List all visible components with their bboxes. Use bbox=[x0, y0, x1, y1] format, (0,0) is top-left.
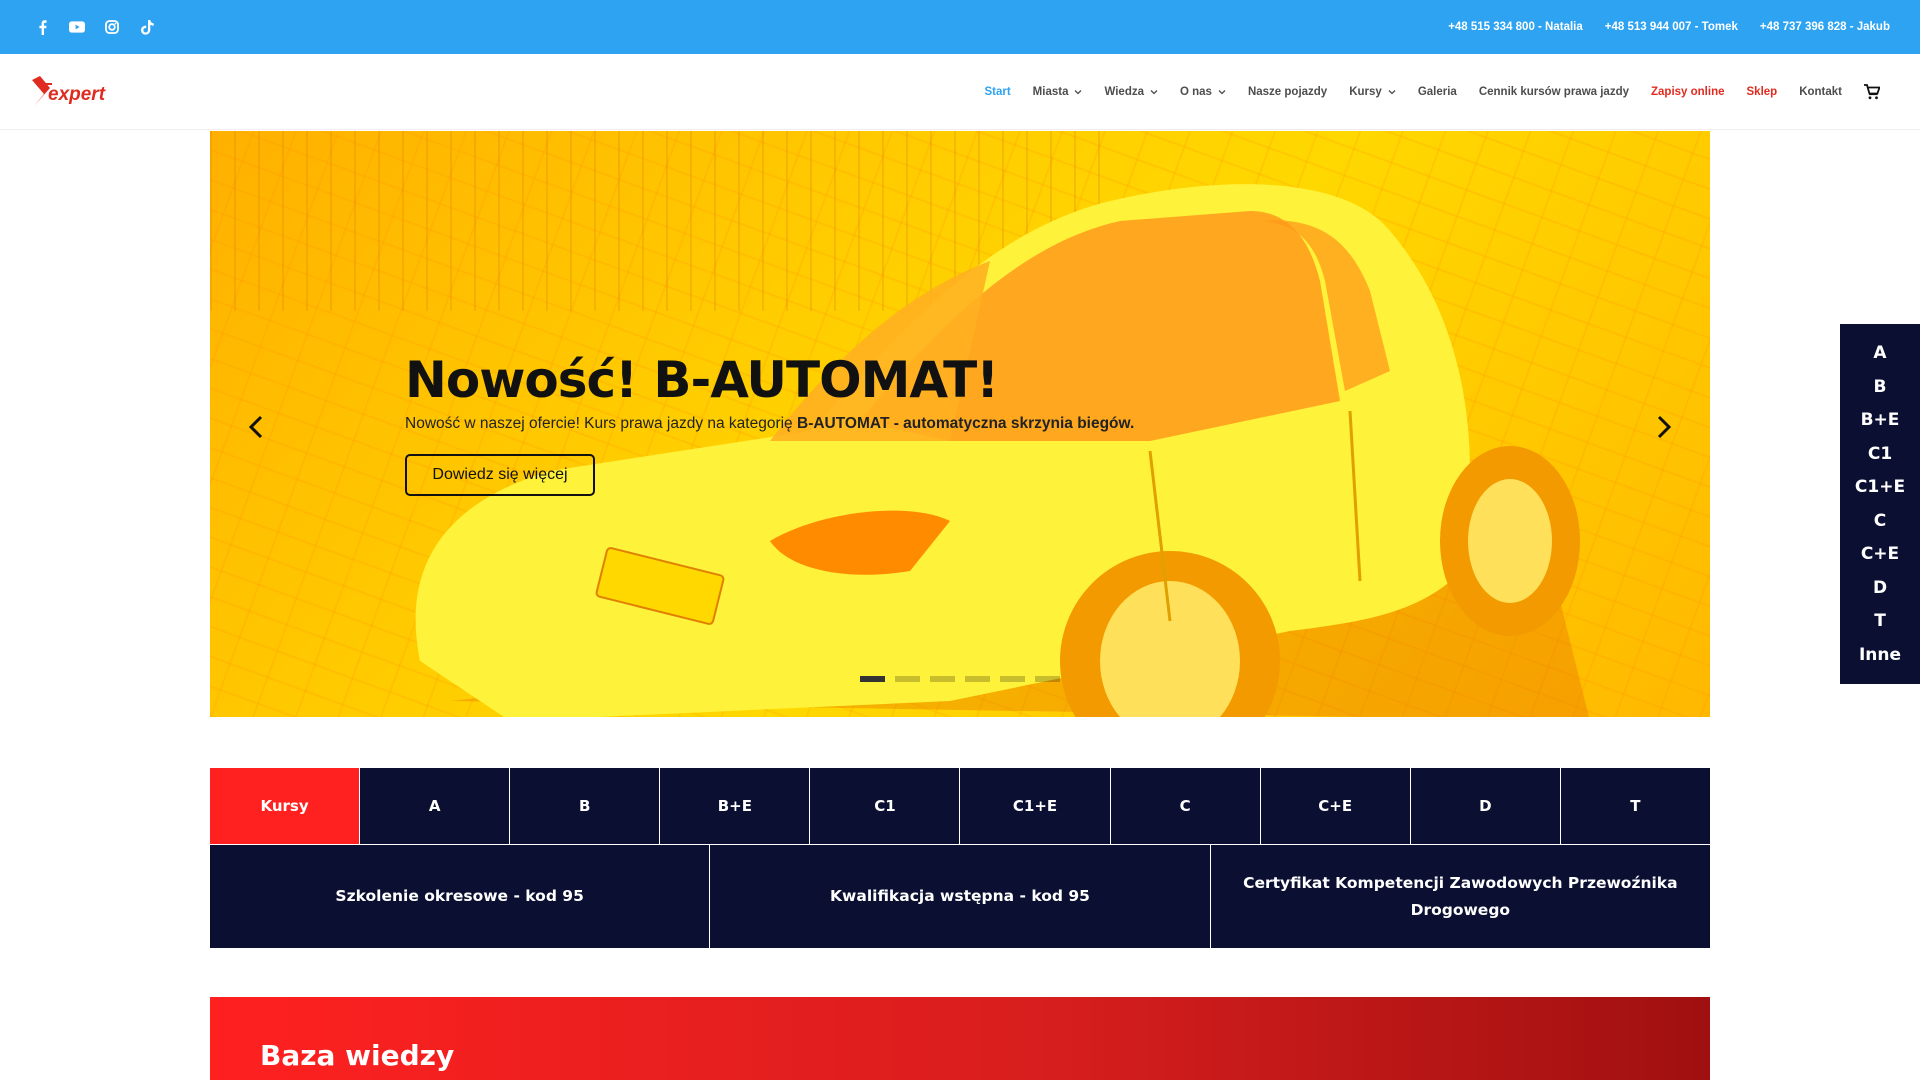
nav-kontakt[interactable]: Kontakt bbox=[1799, 86, 1842, 98]
logo[interactable]: expert bbox=[30, 74, 122, 108]
nav-zapisy-online[interactable]: Zapisy online bbox=[1651, 86, 1725, 98]
slider-dot[interactable] bbox=[860, 676, 885, 682]
nav-wiedza[interactable]: Wiedza bbox=[1104, 86, 1158, 98]
tab-d[interactable]: D bbox=[1410, 768, 1561, 844]
side-cat-c-e[interactable]: C+E bbox=[1861, 544, 1899, 564]
tab-b-e[interactable]: B+E bbox=[660, 768, 811, 844]
course-tabs-row-2: Szkolenie okresowe - kod 95 Kwalifikacja… bbox=[210, 845, 1710, 948]
hero-subtitle-text: Nowość w naszej ofercie! Kurs prawa jazd… bbox=[405, 415, 797, 432]
tab-c-e[interactable]: C+E bbox=[1260, 768, 1411, 844]
tab-c1[interactable]: C1 bbox=[810, 768, 961, 844]
chevron-right-icon bbox=[1657, 415, 1671, 439]
side-cat-b[interactable]: B bbox=[1874, 377, 1887, 397]
chevron-down-icon bbox=[1150, 90, 1158, 95]
nav-kursy[interactable]: Kursy bbox=[1349, 86, 1396, 98]
nav-miasta-label: Miasta bbox=[1032, 86, 1069, 98]
nav-cennik-label: Cennik kursów prawa jazdy bbox=[1478, 86, 1629, 98]
hero-slider: Nowość! B-AUTOMAT! Nowość w naszej oferc… bbox=[210, 131, 1710, 717]
nav-zapisy-online-label: Zapisy online bbox=[1651, 86, 1725, 98]
facebook-icon[interactable] bbox=[34, 19, 50, 35]
hero-subtitle-bold: B-AUTOMAT - automatyczna skrzynia biegów… bbox=[797, 415, 1135, 432]
course-tabs: Kursy A B B+E C1 C1+E C C+E D T Szkoleni… bbox=[210, 768, 1710, 948]
tab-t[interactable]: T bbox=[1560, 768, 1710, 844]
hero-subtitle: Nowość w naszej ofercie! Kurs prawa jazd… bbox=[405, 415, 1134, 433]
side-cat-inne[interactable]: Inne bbox=[1859, 645, 1901, 665]
main-nav: Start Miasta Wiedza O nas Nasze pojazdy … bbox=[984, 54, 1880, 130]
logo-text: expert bbox=[48, 84, 106, 105]
knowledge-base-title: Baza wiedzy bbox=[260, 1039, 455, 1072]
nav-miasta[interactable]: Miasta bbox=[1033, 86, 1083, 98]
side-cat-a[interactable]: A bbox=[1873, 343, 1886, 363]
nav-sklep[interactable]: Sklep bbox=[1747, 86, 1778, 98]
nav-kontakt-label: Kontakt bbox=[1799, 86, 1842, 98]
tiktok-icon[interactable] bbox=[139, 19, 155, 35]
hero-title: Nowość! B-AUTOMAT! bbox=[405, 351, 999, 409]
knowledge-base-section: Baza wiedzy bbox=[210, 997, 1710, 1080]
social-links bbox=[34, 0, 155, 54]
slider-dot[interactable] bbox=[895, 676, 920, 682]
tab-szkolenie-okresowe[interactable]: Szkolenie okresowe - kod 95 bbox=[210, 845, 711, 948]
phone-jakub[interactable]: +48 737 396 828 - Jakub bbox=[1760, 21, 1890, 33]
side-cat-c1[interactable]: C1 bbox=[1868, 444, 1892, 464]
site-header: expert Start Miasta Wiedza O nas Nasze p… bbox=[0, 54, 1920, 130]
tab-certyfikat-kompetencji[interactable]: Certyfikat Kompetencji Zawodowych Przewo… bbox=[1210, 845, 1710, 948]
tab-c1-e[interactable]: C1+E bbox=[960, 768, 1111, 844]
slider-dot[interactable] bbox=[1035, 676, 1060, 682]
side-cat-b-e[interactable]: B+E bbox=[1861, 410, 1900, 430]
course-tabs-row-1: Kursy A B B+E C1 C1+E C C+E D T bbox=[210, 768, 1710, 844]
side-category-bar: A B B+E C1 C1+E C C+E D T Inne bbox=[1840, 324, 1920, 684]
tab-b[interactable]: B bbox=[510, 768, 661, 844]
slider-dot[interactable] bbox=[1000, 676, 1025, 682]
top-bar: +48 515 334 800 - Natalia +48 513 944 00… bbox=[0, 0, 1920, 54]
nav-o-nas[interactable]: O nas bbox=[1180, 86, 1226, 98]
slider-dots bbox=[860, 676, 1060, 682]
chevron-down-icon bbox=[1388, 90, 1396, 95]
instagram-icon[interactable] bbox=[104, 19, 120, 35]
slider-dot[interactable] bbox=[930, 676, 955, 682]
nav-galeria-label: Galeria bbox=[1417, 86, 1457, 98]
nav-nasze-pojazdy-label: Nasze pojazdy bbox=[1247, 86, 1328, 98]
slider-next-button[interactable] bbox=[1652, 411, 1676, 443]
slider-dot[interactable] bbox=[965, 676, 990, 682]
tab-a[interactable]: A bbox=[360, 768, 511, 844]
chevron-down-icon bbox=[1075, 90, 1082, 95]
slider-prev-button[interactable] bbox=[244, 411, 268, 443]
nav-sklep-label: Sklep bbox=[1746, 86, 1778, 98]
nav-start-label: Start bbox=[984, 86, 1011, 98]
nav-wiedza-label: Wiedza bbox=[1104, 86, 1144, 98]
side-cat-c[interactable]: C bbox=[1874, 511, 1886, 531]
youtube-icon[interactable] bbox=[69, 19, 85, 35]
learn-more-button[interactable]: Dowiedz się więcej bbox=[405, 454, 595, 496]
nav-nasze-pojazdy[interactable]: Nasze pojazdy bbox=[1248, 86, 1327, 98]
phone-tomek[interactable]: +48 513 944 007 - Tomek bbox=[1605, 21, 1738, 33]
tab-kwalifikacja-wstepna[interactable]: Kwalifikacja wstępna - kod 95 bbox=[710, 845, 1211, 948]
phone-natalia[interactable]: +48 515 334 800 - Natalia bbox=[1448, 21, 1583, 33]
nav-o-nas-label: O nas bbox=[1179, 86, 1212, 98]
tab-kursy[interactable]: Kursy bbox=[210, 768, 361, 844]
chevron-left-icon bbox=[249, 415, 263, 439]
side-cat-t[interactable]: T bbox=[1874, 611, 1886, 631]
nav-cennik[interactable]: Cennik kursów prawa jazdy bbox=[1479, 86, 1629, 98]
nav-galeria[interactable]: Galeria bbox=[1418, 86, 1457, 98]
tab-c[interactable]: C bbox=[1110, 768, 1261, 844]
side-cat-d[interactable]: D bbox=[1873, 578, 1887, 598]
chevron-down-icon bbox=[1218, 90, 1226, 95]
side-cat-c1-e[interactable]: C1+E bbox=[1855, 477, 1905, 497]
nav-start[interactable]: Start bbox=[984, 86, 1010, 98]
cart-icon[interactable] bbox=[1864, 84, 1880, 100]
phone-list: +48 515 334 800 - Natalia +48 513 944 00… bbox=[1448, 0, 1890, 54]
nav-kursy-label: Kursy bbox=[1349, 86, 1382, 98]
